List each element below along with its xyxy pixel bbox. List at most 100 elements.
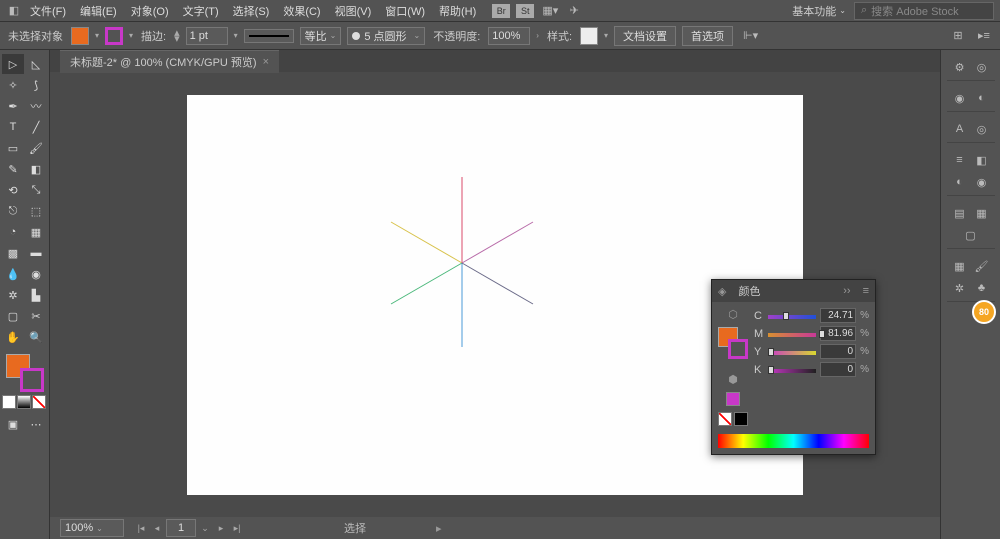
- fill-stroke-controls[interactable]: [2, 354, 47, 390]
- color-value-field[interactable]: 0: [820, 362, 856, 377]
- scale-tool[interactable]: ⤡: [25, 180, 47, 200]
- brush-profile-dropdown[interactable]: 5 点圆形⌄: [347, 27, 425, 45]
- close-tab-icon[interactable]: ×: [263, 56, 269, 68]
- properties-panel-icon[interactable]: ⚙: [950, 57, 970, 77]
- last-artboard-button[interactable]: ▸|: [230, 521, 244, 535]
- prev-artboard-button[interactable]: ◂: [150, 521, 164, 535]
- stroke-swatch[interactable]: [105, 27, 123, 45]
- color-value-field[interactable]: 0: [820, 344, 856, 359]
- color-slider-c[interactable]: [768, 311, 816, 321]
- perspective-tool[interactable]: ▦: [25, 222, 47, 242]
- menu-select[interactable]: 选择(S): [227, 1, 276, 21]
- color-panel-icon[interactable]: ◉: [950, 88, 970, 108]
- last-color[interactable]: [726, 392, 740, 406]
- cc-panel-icon[interactable]: ◎: [972, 119, 992, 139]
- shaper-tool[interactable]: ✎: [2, 159, 24, 179]
- magic-wand-tool[interactable]: ✧: [2, 75, 24, 95]
- color-mode-none[interactable]: [32, 395, 46, 409]
- screen-mode-tool[interactable]: ▣: [2, 414, 24, 434]
- appearance-panel-icon[interactable]: ◉: [972, 172, 992, 192]
- type-tool[interactable]: T: [2, 117, 24, 137]
- panel-collapse-icon[interactable]: ◈: [718, 285, 726, 298]
- hand-tool[interactable]: ✋: [2, 327, 24, 347]
- artboard-number-field[interactable]: 1: [166, 519, 196, 537]
- curvature-tool[interactable]: 〰: [25, 96, 47, 116]
- color-slider-k[interactable]: [768, 365, 816, 375]
- color-spectrum[interactable]: [718, 434, 869, 448]
- edit-toolbar[interactable]: ⋯: [25, 414, 47, 434]
- artboards-panel-icon[interactable]: ▢: [961, 225, 981, 245]
- color-guide-panel-icon[interactable]: ◐: [972, 88, 992, 108]
- search-input[interactable]: ⌕搜索 Adobe Stock: [854, 2, 994, 20]
- mesh-tool[interactable]: ▩: [2, 243, 24, 263]
- color-slider-m[interactable]: [768, 329, 816, 339]
- color-value-field[interactable]: 81.96: [820, 326, 856, 341]
- preferences-button[interactable]: 首选项: [682, 26, 733, 46]
- rectangle-tool[interactable]: ▭: [2, 138, 24, 158]
- align-icon[interactable]: ⊩▾: [743, 29, 758, 42]
- eyedropper-tool[interactable]: 💧: [2, 264, 24, 284]
- fill-swatch[interactable]: [71, 27, 89, 45]
- line-tool[interactable]: ╱: [25, 117, 47, 137]
- gradient-tool[interactable]: ▬: [25, 243, 47, 263]
- arrange-icon[interactable]: ▦▾: [542, 3, 558, 19]
- panel-menu-icon[interactable]: ≡: [863, 285, 869, 297]
- gpu-icon[interactable]: ✈: [566, 3, 582, 19]
- swatches-panel-icon[interactable]: ▦: [950, 256, 970, 276]
- next-artboard-button[interactable]: ▸: [214, 521, 228, 535]
- canvas-viewport[interactable]: ◈ 颜色 ›› ≡ ⬡ ⬢ C24.71%M81.96%Y0%K0%: [50, 72, 940, 517]
- rotate-tool[interactable]: ⟲: [2, 180, 24, 200]
- character-panel-icon[interactable]: A: [950, 119, 970, 139]
- link-icon[interactable]: ⬡: [728, 308, 738, 321]
- bridge-icon[interactable]: Br: [492, 4, 510, 18]
- direct-selection-tool[interactable]: ◺: [25, 54, 47, 74]
- symbol-sprayer-tool[interactable]: ✲: [2, 285, 24, 305]
- document-tab[interactable]: 未标题-2* @ 100% (CMYK/GPU 预览) ×: [60, 50, 279, 73]
- document-setup-button[interactable]: 文档设置: [614, 26, 676, 46]
- menu-effect[interactable]: 效果(C): [277, 1, 326, 21]
- selection-tool[interactable]: ▷: [2, 54, 24, 74]
- width-tool[interactable]: ⎋: [2, 201, 24, 221]
- menu-object[interactable]: 对象(O): [125, 1, 175, 21]
- panel-fill-stroke[interactable]: [718, 327, 748, 367]
- menu-window[interactable]: 窗口(W): [379, 1, 431, 21]
- stroke-weight-field[interactable]: 1 pt: [186, 27, 228, 45]
- none-swatch[interactable]: [718, 412, 732, 426]
- opacity-field[interactable]: 100%: [488, 27, 530, 45]
- layers-panel-icon[interactable]: ▤: [950, 203, 970, 223]
- status-play-icon[interactable]: ▸: [436, 522, 442, 535]
- color-slider-y[interactable]: [768, 347, 816, 357]
- black-swatch[interactable]: [734, 412, 748, 426]
- menu-file[interactable]: 文件(F): [24, 1, 72, 21]
- graph-tool[interactable]: ▙: [25, 285, 47, 305]
- cube-icon[interactable]: ⬢: [728, 373, 738, 386]
- color-panel-tab[interactable]: 颜色: [734, 281, 764, 301]
- zoom-dropdown[interactable]: 100%⌄: [60, 519, 124, 537]
- symbols-panel-icon[interactable]: ✲: [950, 278, 970, 298]
- paintbrush-tool[interactable]: 🖌: [25, 138, 47, 158]
- menu-edit[interactable]: 编辑(E): [74, 1, 123, 21]
- color-mode-solid[interactable]: [2, 395, 16, 409]
- menu-help[interactable]: 帮助(H): [433, 1, 482, 21]
- artboard-tool[interactable]: ▢: [2, 306, 24, 326]
- color-mode-gradient[interactable]: [17, 395, 31, 409]
- workspace-switcher[interactable]: 基本功能⌄: [786, 1, 852, 21]
- transparency-panel-icon[interactable]: ◐: [950, 172, 970, 192]
- first-artboard-button[interactable]: |◂: [134, 521, 148, 535]
- blend-tool[interactable]: ◉: [25, 264, 47, 284]
- slice-tool[interactable]: ✂: [25, 306, 47, 326]
- free-transform-tool[interactable]: ⬚: [25, 201, 47, 221]
- lasso-tool[interactable]: ⟆: [25, 75, 47, 95]
- menu-type[interactable]: 文字(T): [177, 1, 225, 21]
- stroke-color[interactable]: [20, 368, 44, 392]
- artboard-dropdown[interactable]: ⌄: [198, 521, 212, 535]
- notification-badge[interactable]: 80: [972, 300, 996, 324]
- panel-menu-icon[interactable]: ▸≡: [974, 26, 994, 46]
- uniform-dropdown[interactable]: 等比⌄: [300, 27, 342, 45]
- panel-expand-icon[interactable]: ››: [843, 285, 850, 297]
- asset-panel-icon[interactable]: ▦: [972, 203, 992, 223]
- menu-view[interactable]: 视图(V): [329, 1, 378, 21]
- shape-builder-tool[interactable]: ◔: [2, 222, 24, 242]
- color-value-field[interactable]: 24.71: [820, 308, 856, 323]
- zoom-tool[interactable]: 🔍: [25, 327, 47, 347]
